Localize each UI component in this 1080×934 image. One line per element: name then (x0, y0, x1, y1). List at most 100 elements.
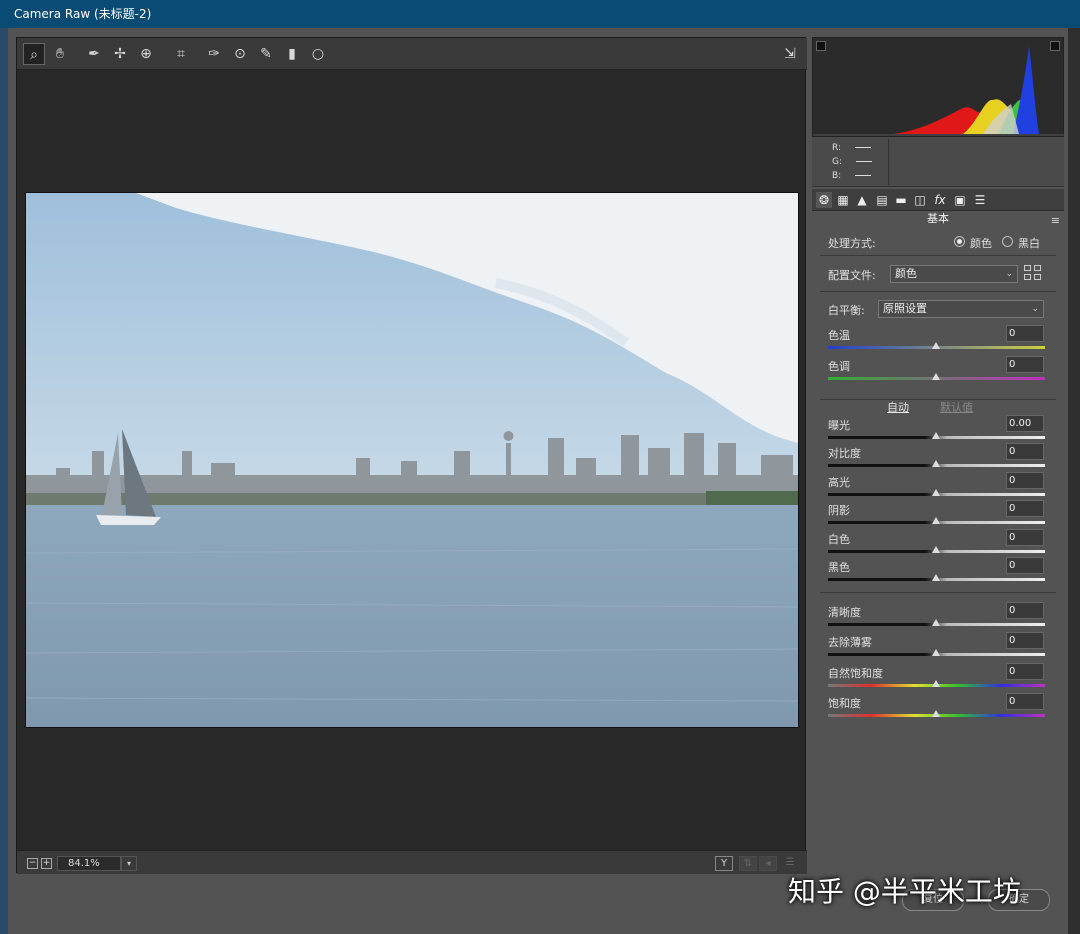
red-eye-tool[interactable]: ⊙ (229, 43, 251, 65)
zoom-dropdown-button[interactable]: ▾ (121, 856, 137, 871)
before-after-view-button[interactable]: Y (715, 856, 733, 871)
tab-tone-curve[interactable]: ▦ (835, 192, 851, 208)
window-title: Camera Raw (未标题-2) (0, 0, 1080, 28)
slider-thumb-contrast[interactable] (932, 460, 940, 467)
tool-bar: ⌕ ✋︎ ✒︎ ✢ ⊕ ⌗ ✑ ⊙ ✎ ▮ ○ ⇲ (17, 38, 807, 70)
chevron-down-icon: ⌄ (1031, 304, 1039, 314)
slider-thumb-tint[interactable] (932, 373, 940, 380)
zoom-in-button[interactable]: + (41, 858, 52, 869)
slider-value-dehaze[interactable]: 0 (1006, 632, 1044, 649)
b-label: B: (832, 171, 842, 181)
slider-value-tint[interactable]: 0 (1006, 356, 1044, 373)
target-adjust-icon: ⊕ (140, 46, 152, 62)
slider-thumb-shadows[interactable] (932, 517, 940, 524)
color-sampler-tool[interactable]: ✢ (109, 43, 131, 65)
sliders-icon: ☰ (974, 193, 986, 207)
watermark: 知乎 @半平米工坊 (788, 875, 1021, 908)
slider-value-vibrance[interactable]: 0 (1006, 663, 1044, 680)
r-label: R: (832, 143, 842, 153)
copy-settings-button[interactable]: ◂ (759, 856, 777, 871)
preview-preferences-button[interactable]: ☰ (781, 856, 799, 871)
chevron-down-icon: ▾ (126, 859, 131, 868)
slider-value-blacks[interactable]: 0 (1006, 557, 1044, 574)
slider-label-shadows: 阴影 (828, 504, 850, 517)
slider-value-temp[interactable]: 0 (1006, 325, 1044, 342)
section-title: 基本 ≡ (927, 212, 1060, 229)
white-balance-label: 白平衡: (828, 304, 865, 317)
spot-removal-tool[interactable]: ✑ (203, 43, 225, 65)
photo-preview[interactable] (25, 192, 799, 728)
fullscreen-toggle[interactable]: ⇲ (779, 43, 801, 65)
slider-label-contrast: 对比度 (828, 447, 861, 460)
film-icon: ▣ (954, 193, 966, 207)
fx-icon: fx (934, 193, 946, 207)
slider-label-clarity: 清晰度 (828, 606, 861, 619)
targeted-adjustment-tool[interactable]: ⊕ (135, 43, 157, 65)
exit-fullscreen-icon: ⇲ (784, 46, 796, 62)
zoom-out-button[interactable]: − (27, 858, 38, 869)
treatment-color-radio[interactable] (954, 236, 965, 247)
slider-thumb-dehaze[interactable] (932, 649, 940, 656)
slider-label-vibrance: 自然饱和度 (828, 667, 883, 680)
histogram (812, 37, 1065, 137)
treatment-bw-radio[interactable] (1002, 236, 1013, 247)
slider-value-shadows[interactable]: 0 (1006, 500, 1044, 517)
lens-icon: ◫ (914, 193, 926, 207)
zoom-level-field[interactable]: 84.1% (57, 856, 121, 871)
crop-tool[interactable]: ⌗ (170, 43, 192, 65)
panel-menu-icon[interactable]: ≡ (1051, 213, 1060, 229)
adjustment-brush-tool[interactable]: ✎ (255, 43, 277, 65)
slider-value-whites[interactable]: 0 (1006, 529, 1044, 546)
radial-filter-tool[interactable]: ○ (307, 43, 329, 65)
background-app-edge-right (1068, 28, 1080, 934)
adjustment-panel: R: G: B: ❂ ▦ ▲ ▤ ▬ ◫ fx ▣ ☰ 基本 ≡ 处理方式: 颜… (812, 37, 1065, 873)
slider-thumb-highlights[interactable] (932, 489, 940, 496)
slider-value-exposure[interactable]: 0.00 (1006, 415, 1044, 432)
slider-value-highlights[interactable]: 0 (1006, 472, 1044, 489)
profile-dropdown[interactable]: 颜色 ⌄ (890, 265, 1018, 283)
auto-button[interactable]: 自动 (887, 399, 909, 415)
slider-label-blacks: 黑色 (828, 561, 850, 574)
profile-browser-icon[interactable] (1024, 265, 1044, 283)
g-label: G: (832, 157, 843, 167)
treatment-label: 处理方式: (828, 237, 876, 250)
treatment-color-label: 颜色 (970, 237, 992, 250)
slider-thumb-saturation[interactable] (932, 710, 940, 717)
white-balance-tool[interactable]: ✒︎ (83, 43, 105, 65)
slider-thumb-exposure[interactable] (932, 432, 940, 439)
tab-detail[interactable]: ▲ (854, 192, 870, 208)
tab-basic[interactable]: ❂ (816, 192, 832, 208)
brush-icon: ✎ (260, 46, 272, 62)
hsl-icon: ▤ (876, 193, 888, 207)
slider-value-saturation[interactable]: 0 (1006, 693, 1044, 710)
hand-tool[interactable]: ✋︎ (49, 43, 71, 65)
swap-settings-button[interactable]: ⇅ (739, 856, 757, 871)
tab-lens-corrections[interactable]: ◫ (912, 192, 928, 208)
radial-filter-icon: ○ (311, 46, 325, 62)
slider-thumb-vibrance[interactable] (932, 680, 940, 687)
white-balance-dropdown[interactable]: 原照设置 ⌄ (878, 300, 1044, 318)
eyedropper-icon: ✒︎ (88, 46, 100, 62)
tab-hsl[interactable]: ▤ (874, 192, 890, 208)
magnifier-icon: ⌕ (30, 47, 38, 63)
slider-value-clarity[interactable]: 0 (1006, 602, 1044, 619)
slider-thumb-clarity[interactable] (932, 619, 940, 626)
zoom-tool[interactable]: ⌕ (23, 43, 45, 65)
slider-value-contrast[interactable]: 0 (1006, 443, 1044, 460)
slider-thumb-temp[interactable] (932, 342, 940, 349)
slider-thumb-blacks[interactable] (932, 574, 940, 581)
slider-label-exposure: 曝光 (828, 419, 850, 432)
tab-camera-calibration[interactable]: ▣ (952, 192, 968, 208)
crop-icon: ⌗ (177, 46, 185, 62)
tab-effects[interactable]: fx (932, 192, 948, 208)
graduated-filter-icon: ▮ (288, 46, 296, 62)
slider-thumb-whites[interactable] (932, 546, 940, 553)
slider-label-tint: 色调 (828, 360, 850, 373)
background-app-edge-left (0, 28, 8, 934)
tab-split-toning[interactable]: ▬ (893, 192, 909, 208)
treatment-bw-label: 黑白 (1018, 237, 1040, 250)
graduated-filter-tool[interactable]: ▮ (281, 43, 303, 65)
mountain-icon: ▲ (857, 193, 867, 207)
tab-presets[interactable]: ☰ (972, 192, 988, 208)
default-button[interactable]: 默认值 (940, 399, 973, 415)
